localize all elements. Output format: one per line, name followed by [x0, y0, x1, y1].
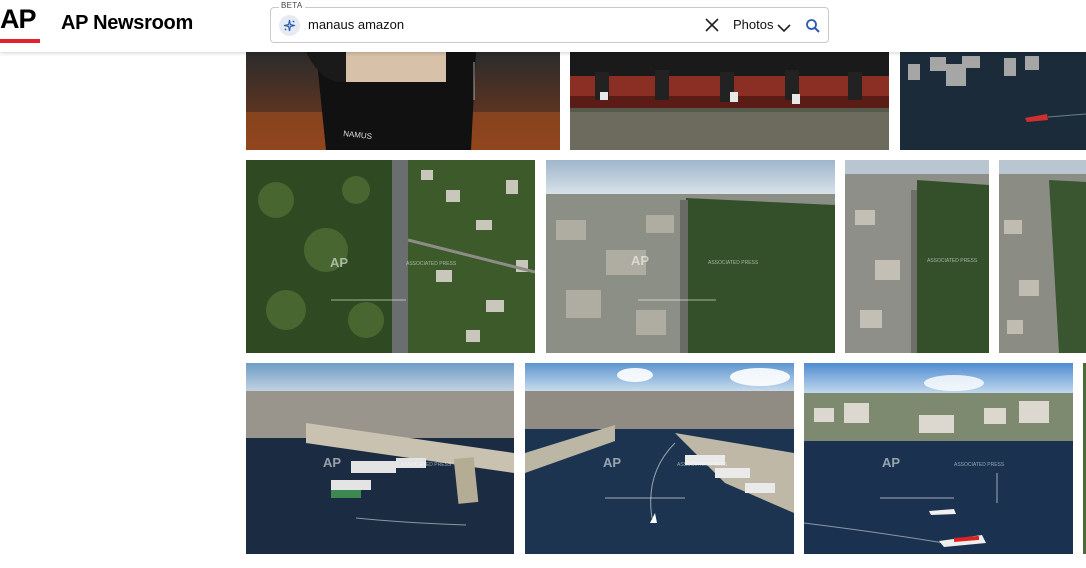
beta-badge: BETA [279, 1, 305, 10]
ai-sparkle-icon[interactable] [279, 15, 300, 36]
watermark-text: ASSOCIATED PRESS [954, 462, 1005, 468]
photo-forest-city-border[interactable]: AP ASSOCIATED PRESS [246, 160, 535, 353]
watermark-logo: AP [882, 455, 900, 470]
photo-river-boats-top[interactable] [900, 52, 1086, 150]
photo-river-speedboats[interactable]: AP ASSOCIATED PRESS [804, 363, 1073, 554]
photo-river-port-boat[interactable]: AP ASSOCIATED PRESS [525, 363, 794, 554]
watermark-text: ASSOCIATED PRESS [927, 258, 978, 264]
watermark-logo: AP [323, 455, 341, 470]
chevron-down-icon[interactable] [777, 20, 791, 33]
app-header: AP AP Newsroom BETA manaus amazon Photos [0, 0, 1086, 52]
photo-bench-team[interactable] [570, 52, 889, 150]
brand-title[interactable]: AP Newsroom [61, 12, 193, 35]
watermark-text: ASSOCIATED PRESS [401, 462, 452, 468]
search-bar[interactable]: BETA manaus amazon Photos [270, 1, 829, 43]
photo-city-road-forest[interactable]: ASSOCIATED PRESS [845, 160, 989, 353]
logo-text: AP [0, 4, 37, 34]
watermark-text: ASSOCIATED PRESS [677, 462, 728, 468]
clear-icon[interactable] [703, 16, 721, 34]
media-type-select[interactable]: Photos [733, 17, 773, 32]
search-icon[interactable] [805, 18, 821, 34]
watermark-text: ASSOCIATED PRESS [708, 260, 759, 266]
watermark-text: ASSOCIATED PRESS [406, 261, 457, 267]
watermark-logo: AP [330, 255, 348, 270]
search-input[interactable]: manaus amazon [308, 17, 404, 32]
logo-underline [0, 39, 40, 43]
watermark-logo: AP [631, 253, 649, 268]
photo-football-player[interactable]: NAMUS [246, 52, 560, 150]
photo-city-forest-aerial[interactable]: AP ASSOCIATED PRESS [546, 160, 835, 353]
ap-logo[interactable]: AP [0, 4, 40, 44]
photo-city-aerial-edge[interactable] [999, 160, 1086, 353]
watermark-logo: AP [603, 455, 621, 470]
photo-port-harbor[interactable]: AP ASSOCIATED PRESS [246, 363, 514, 554]
